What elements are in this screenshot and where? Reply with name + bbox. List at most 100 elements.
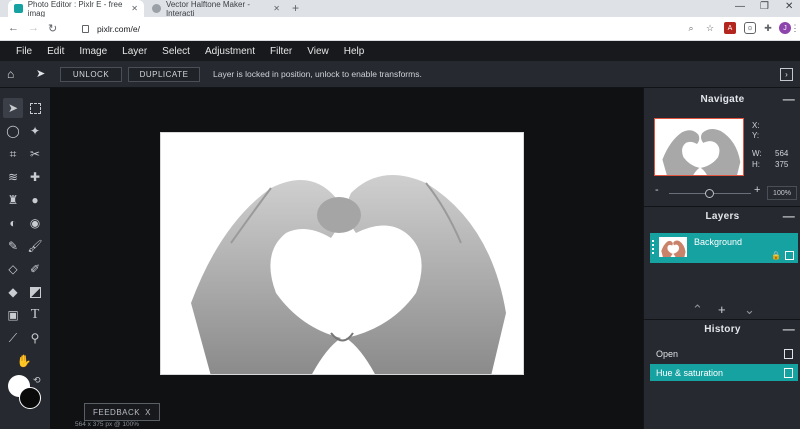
pixlr-favicon-icon <box>14 4 23 13</box>
tool-options-bar: ⌂ ➤ UNLOCK DUPLICATE Layer is locked in … <box>0 61 800 88</box>
history-item-label: Hue & saturation <box>656 367 724 378</box>
menu-adjustment[interactable]: Adjustment <box>205 46 255 57</box>
menu-edit[interactable]: Edit <box>47 46 64 57</box>
y-label: Y: <box>752 131 760 140</box>
liquify-tool-icon[interactable]: ≋ <box>3 167 23 187</box>
layer-name: Background <box>694 237 743 247</box>
tool-palette: ➤ ◯ ✦ ⌗ ✂ ≋ ✚ ♜ ● ◐ ◉ ✎ 🖌 ◇ ✐ ◆ ▣ T ⟋ ⚲ … <box>0 88 50 429</box>
pdf-extension-icon[interactable]: A <box>724 22 736 34</box>
heal-bandage-icon[interactable]: ✚ <box>25 167 45 187</box>
fill-bucket-icon[interactable]: ◆ <box>3 282 23 302</box>
menu-help[interactable]: Help <box>344 46 365 57</box>
navigate-header[interactable]: Navigate — <box>644 88 800 110</box>
bookmark-star-icon[interactable]: ☆ <box>704 22 716 34</box>
text-tool-icon[interactable]: T <box>25 305 45 325</box>
browser-menu-icon[interactable]: ⋮ <box>791 22 800 34</box>
history-item-open[interactable]: Open <box>650 345 798 362</box>
gradient-icon[interactable] <box>25 282 45 302</box>
sponge-tool-icon[interactable]: ◐ <box>3 213 23 233</box>
browser-address-bar: ← → ↻ pixlr.com/e/ ⌕ ☆ A ⊙ ✚ J ⋮ <box>0 17 800 41</box>
home-icon[interactable]: ⌂ <box>7 67 14 81</box>
zoom-lens-icon[interactable]: ⌕ <box>685 22 697 34</box>
layer-visibility-checkbox[interactable] <box>785 251 794 260</box>
collapse-panel-icon[interactable]: › <box>780 68 793 81</box>
history-document-icon <box>784 349 793 359</box>
maximize-icon[interactable]: ❐ <box>760 1 769 12</box>
eyedropper-icon[interactable]: ⟋ <box>3 328 23 348</box>
url-field[interactable]: pixlr.com/e/ <box>82 20 682 38</box>
menu-view[interactable]: View <box>307 46 329 57</box>
cutout-scissors-icon[interactable]: ✂ <box>25 144 45 164</box>
zoom-in-button[interactable]: + <box>754 184 760 196</box>
magic-wand-tool-icon[interactable]: ✦ <box>25 121 45 141</box>
browser-tab-halftone[interactable]: Vector Halftone Maker - Interacti ✕ <box>146 0 286 18</box>
collapse-history-icon[interactable]: — <box>783 322 795 336</box>
background-color-swatch[interactable] <box>19 387 41 409</box>
browser-tab-title: Photo Editor : Pixlr E - free imag <box>27 0 123 18</box>
arrange-tool-icon[interactable]: ➤ <box>3 98 23 118</box>
extension-icon[interactable]: ⊙ <box>744 22 756 34</box>
unlock-button[interactable]: UNLOCK <box>60 67 122 82</box>
duplicate-button[interactable]: DUPLICATE <box>128 67 200 82</box>
clone-stamp-icon[interactable]: ♜ <box>3 190 23 210</box>
hand-tool-icon[interactable]: ✋ <box>14 351 34 371</box>
eraser-icon[interactable]: ◇ <box>3 259 23 279</box>
layers-title: Layers <box>705 210 740 222</box>
zoom-value-field[interactable]: 100% <box>767 186 797 200</box>
close-tab-icon[interactable]: ✕ <box>131 4 138 13</box>
layer-thumbnail <box>659 237 687 257</box>
feedback-close-icon[interactable]: X <box>145 408 151 417</box>
swap-colors-icon[interactable]: ⟲ <box>33 375 41 386</box>
menu-select[interactable]: Select <box>162 46 190 57</box>
layer-drag-handle-icon[interactable] <box>652 240 654 254</box>
move-layer-up-icon[interactable]: ⌃ <box>692 302 703 318</box>
h-label: H: <box>752 160 760 169</box>
dodge-burn-icon[interactable]: ◉ <box>25 213 45 233</box>
layers-header[interactable]: Layers — <box>644 205 800 227</box>
collapse-navigate-icon[interactable]: — <box>783 92 795 106</box>
close-tab-icon[interactable]: ✕ <box>273 4 280 13</box>
layer-thumbnail-image <box>661 240 686 257</box>
blur-drop-icon[interactable]: ● <box>25 190 45 210</box>
menu-filter[interactable]: Filter <box>270 46 292 57</box>
history-document-icon <box>784 368 793 378</box>
history-header[interactable]: History — <box>644 318 800 340</box>
color-replace-icon[interactable]: ✐ <box>25 259 45 279</box>
minimize-icon[interactable]: — <box>735 1 745 12</box>
move-layer-down-icon[interactable]: ⌄ <box>744 302 755 318</box>
crop-tool-icon[interactable]: ⌗ <box>3 144 23 164</box>
zoom-slider-handle[interactable] <box>705 189 714 198</box>
window-close-icon[interactable]: ✕ <box>785 1 793 12</box>
back-icon[interactable]: ← <box>8 22 19 34</box>
h-value: 375 <box>775 160 789 169</box>
menu-file[interactable]: File <box>16 46 32 57</box>
history-item-hue-saturation[interactable]: Hue & saturation <box>650 364 798 381</box>
collapse-layers-icon[interactable]: — <box>783 209 795 223</box>
reload-icon[interactable]: ↻ <box>48 22 57 35</box>
lasso-tool-icon[interactable]: ◯ <box>3 121 23 141</box>
brush-icon[interactable]: 🖌 <box>25 236 45 256</box>
x-label: X: <box>752 121 760 130</box>
add-layer-icon[interactable]: + <box>718 302 726 317</box>
marquee-tool-icon[interactable] <box>25 98 45 118</box>
profile-avatar[interactable]: J <box>779 22 791 34</box>
layer-lock-icon[interactable]: 🔒 <box>771 251 781 260</box>
menu-image[interactable]: Image <box>79 46 107 57</box>
zoom-out-button[interactable]: - <box>655 184 659 196</box>
puzzle-extensions-icon[interactable]: ✚ <box>762 22 774 34</box>
canvas-image[interactable] <box>160 132 524 375</box>
menu-layer[interactable]: Layer <box>122 46 147 57</box>
zoom-control: - + 100% <box>644 184 800 202</box>
layer-item-background[interactable]: Background 🔒 <box>650 233 798 263</box>
pencil-icon[interactable]: ✎ <box>3 236 23 256</box>
zoom-tool-icon[interactable]: ⚲ <box>25 328 45 348</box>
navigator-thumbnail[interactable] <box>654 118 744 176</box>
url-text: pixlr.com/e/ <box>97 24 140 34</box>
right-panel: Navigate — X: Y: W: 564 H: 375 - + 100% … <box>643 88 800 429</box>
shape-tool-icon[interactable]: ▣ <box>3 305 23 325</box>
w-label: W: <box>752 149 762 158</box>
feedback-button[interactable]: FEEDBACK X <box>84 403 160 421</box>
forward-icon[interactable]: → <box>28 22 39 34</box>
browser-tab-pixlr[interactable]: Photo Editor : Pixlr E - free imag ✕ <box>8 0 144 18</box>
new-tab-button[interactable]: + <box>292 1 299 15</box>
